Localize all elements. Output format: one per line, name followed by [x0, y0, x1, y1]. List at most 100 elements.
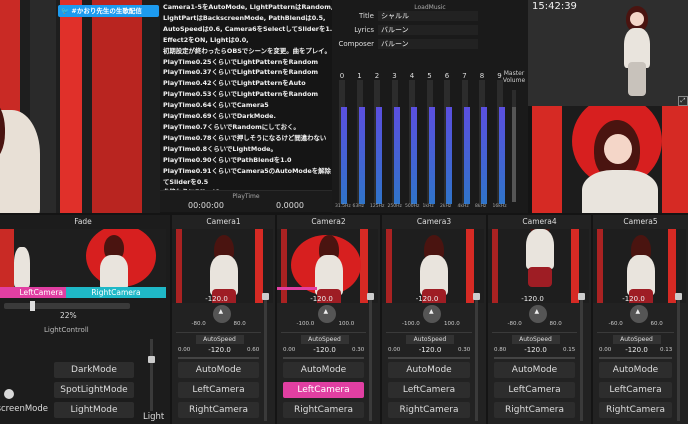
camera-slider-thumb[interactable] [367, 293, 374, 300]
eq-band-track[interactable] [461, 80, 470, 204]
camera-preview[interactable] [593, 229, 686, 303]
autospeed-value: -120.0 [313, 346, 336, 354]
camera-slider-thumb[interactable] [262, 293, 269, 300]
camera-vertical-slider[interactable] [675, 293, 682, 421]
load-music-lyrics-field[interactable]: バルーン [378, 25, 478, 35]
camera-slider-thumb[interactable] [675, 293, 682, 300]
camera-min-value: -100.0 [296, 321, 315, 327]
camera-slider-thumb[interactable] [473, 293, 480, 300]
red-stripe [597, 229, 603, 303]
camera-title: Camera4 [522, 217, 557, 226]
eq-band-7[interactable]: 7 [460, 72, 470, 204]
eq-band-track[interactable] [426, 80, 435, 204]
camera-automode-button[interactable]: AutoMode [599, 362, 672, 378]
eq-band-8[interactable]: 8 [477, 72, 487, 204]
eq-band-track[interactable] [339, 80, 347, 204]
light-slider[interactable] [148, 339, 155, 411]
fullscreen-icon[interactable]: ⤢ [678, 96, 688, 106]
eq-band-track[interactable] [496, 80, 505, 204]
camera-rotation-knob[interactable]: ▲ [423, 305, 441, 323]
camera-vertical-slider[interactable] [473, 293, 480, 421]
eq-band-number: 4 [409, 72, 415, 80]
autospeed-slider[interactable] [494, 357, 575, 359]
camera-automode-button[interactable]: AutoMode [494, 362, 575, 378]
autospeed-max: 0.30 [458, 347, 471, 353]
memo-panel: Camera1-5をAutoMode, LightPatternはRandom,… [160, 0, 346, 213]
camera-divider [597, 332, 674, 333]
camera-automode-button[interactable]: AutoMode [388, 362, 470, 378]
camera-slider-thumb[interactable] [578, 293, 585, 300]
eq-band-number: 3 [392, 72, 397, 80]
camera-leftcamera-button[interactable]: LeftCamera [178, 382, 259, 398]
autospeed-slider[interactable] [283, 357, 364, 359]
camera-automode-button[interactable]: AutoMode [283, 362, 364, 378]
twitter-badge: 🐦 #かおり先生の生歌配信 [58, 5, 159, 17]
eq-band-2[interactable]: 2 [372, 72, 382, 204]
camera-preview[interactable] [277, 229, 378, 303]
camera-rightcamera-button[interactable]: RightCamera [178, 402, 259, 418]
eq-band-track[interactable] [479, 80, 487, 204]
fade-left-camera-button[interactable]: LeftCamera [0, 287, 66, 298]
load-music-composer-field[interactable]: バルーン [378, 39, 478, 49]
backscreen-toggle[interactable] [4, 389, 14, 399]
eq-band-hz: 1kHz [422, 204, 434, 209]
autospeed-slider[interactable] [388, 357, 470, 359]
red-stripe [662, 106, 688, 213]
camera-main-value: -120.0 [521, 295, 544, 303]
camera-vertical-slider[interactable] [578, 293, 585, 421]
memo-line: PlayTime0.8くらいでLightMode。 [163, 144, 277, 153]
camera-preview[interactable] [172, 229, 273, 303]
camera-leftcamera-button[interactable]: LeftCamera [388, 382, 470, 398]
camera-rightcamera-button[interactable]: RightCamera [494, 402, 575, 418]
playtime-clock: 00:00:00 [188, 201, 224, 210]
camera-rotation-knob[interactable]: ▲ [212, 305, 231, 323]
camera-preview[interactable] [382, 229, 484, 303]
camera-rightcamera-button[interactable]: RightCamera [599, 402, 672, 418]
eq-band-5[interactable]: 5 [425, 72, 435, 204]
eq-band-track[interactable] [391, 80, 400, 204]
master-volume-slider[interactable] [512, 90, 516, 202]
eq-band-4[interactable]: 4 [407, 72, 417, 204]
camera-rotation-knob[interactable]: ▲ [317, 305, 336, 323]
fade-slider[interactable] [4, 301, 130, 311]
eq-band-track[interactable] [444, 80, 452, 204]
eq-band-3[interactable]: 3 [390, 72, 400, 204]
camera-vertical-slider[interactable] [367, 293, 374, 421]
spotlight-mode-button[interactable]: SpotLightMode [54, 382, 134, 398]
autospeed-value: -120.0 [524, 346, 547, 354]
autospeed-min: 0.00 [178, 347, 191, 353]
camera-main-value: -120.0 [310, 295, 333, 303]
memo-line: PlayTime0.90くらいでPathBlendを1.0 [163, 155, 292, 164]
light-slider-thumb[interactable] [148, 356, 155, 364]
eq-band-0[interactable]: 0 [337, 72, 347, 204]
camera-leftcamera-button[interactable]: LeftCamera [599, 382, 672, 398]
load-music-title-field[interactable]: シャルル [378, 11, 478, 21]
eq-band-6[interactable]: 6 [442, 72, 452, 204]
dark-mode-button[interactable]: DarkMode [54, 362, 134, 378]
camera-rotation-knob[interactable]: ▲ [528, 305, 547, 323]
camera-rotation-knob[interactable]: ▲ [629, 305, 648, 323]
autospeed-value: -120.0 [625, 346, 648, 354]
eq-band-level [358, 107, 365, 204]
autospeed-slider[interactable] [178, 357, 259, 359]
camera-leftcamera-button[interactable]: LeftCamera [283, 382, 364, 398]
eq-band-hz: 31.5Hz [335, 204, 351, 209]
camera-min-value: -60.0 [608, 321, 623, 327]
eq-band-track[interactable] [374, 80, 382, 204]
fade-slider-thumb[interactable] [29, 301, 35, 311]
eq-band-track[interactable] [409, 80, 417, 204]
light-mode-button[interactable]: LightMode [54, 402, 134, 418]
autospeed-slider[interactable] [599, 357, 672, 359]
camera-preview[interactable] [488, 229, 589, 303]
camera-automode-button[interactable]: AutoMode [178, 362, 259, 378]
eq-band-track[interactable] [356, 80, 365, 204]
eq-band-1[interactable]: 1 [355, 72, 365, 204]
camera-min-value: -100.0 [402, 321, 420, 327]
camera-rightcamera-button[interactable]: RightCamera [388, 402, 470, 418]
camera-rightcamera-button[interactable]: RightCamera [283, 402, 364, 418]
eq-band-9[interactable]: 9 [495, 72, 505, 204]
camera-leftcamera-button[interactable]: LeftCamera [494, 382, 575, 398]
camera-vertical-slider[interactable] [262, 293, 269, 421]
memo-line: PlayTime0.37くらいでLightPatternをRandom [163, 68, 319, 77]
fade-right-camera-button[interactable]: RightCamera [66, 287, 166, 298]
